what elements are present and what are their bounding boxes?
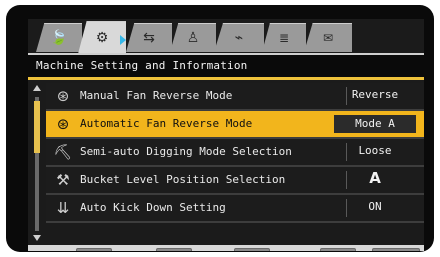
tab-operator[interactable]: ♙ (170, 23, 216, 52)
tab-messages[interactable]: ✉ (304, 23, 352, 52)
setting-row-semi-auto-digging[interactable]: ⛏ Semi-auto Digging Mode Selection Loose (46, 139, 424, 167)
list-scrollbar[interactable] (32, 83, 42, 243)
machine-info-icon: ⚙ (95, 30, 109, 46)
message-icon: ✉ (322, 31, 334, 45)
setting-value: Mode A (334, 115, 416, 133)
transfer-arrows-icon: ⇆ (143, 30, 155, 46)
setting-row-automatic-fan-reverse[interactable]: ⊛ Automatic Fan Reverse Mode Mode A (46, 111, 424, 139)
setting-row-auto-kick-down[interactable]: ⇊ Auto Kick Down Setting ON (46, 195, 424, 223)
screen-bezel: 🍃 ⚙ ⇆ ♙ ⌁ ≣ ✉ Machine Setting and Inform… (6, 5, 434, 252)
setting-value: A (369, 169, 381, 187)
page-title: Machine Setting and Information (36, 59, 248, 72)
auto-fan-icon: ⊛ (56, 115, 70, 133)
page-indicator (372, 248, 420, 251)
bottom-button-bar: ▲ ▼ ↶ ✓ (28, 245, 424, 251)
fan-icon: ⊛ (56, 87, 70, 105)
up-button[interactable]: ▲ (76, 248, 112, 251)
setting-value: Reverse (351, 88, 399, 101)
leaf-icon: 🍃 (50, 30, 68, 46)
setting-label: Automatic Fan Reverse Mode (80, 117, 253, 130)
tab-transfer[interactable]: ⇆ (126, 23, 172, 52)
attachment-icon: ⌁ (234, 30, 244, 46)
operator-icon: ♙ (186, 30, 200, 46)
tab-leaf[interactable]: 🍃 (36, 23, 82, 52)
tab-menu[interactable]: ≣ (262, 23, 306, 52)
scroll-up-icon[interactable] (32, 83, 42, 93)
header-divider (28, 77, 424, 80)
tab-machine-settings[interactable]: ⚙ (78, 21, 126, 54)
bucket-level-icon: ⚒ (56, 171, 70, 189)
tab-attachment[interactable]: ⌁ (214, 23, 264, 52)
down-button[interactable]: ▼ (156, 248, 192, 251)
setting-label: Semi-auto Digging Mode Selection (80, 145, 292, 158)
device-frame: 🍃 ⚙ ⇆ ♙ ⌁ ≣ ✉ Machine Setting and Inform… (0, 0, 440, 257)
setting-label: Auto Kick Down Setting (80, 201, 226, 214)
display-screen: 🍃 ⚙ ⇆ ♙ ⌁ ≣ ✉ Machine Setting and Inform… (28, 19, 424, 251)
digging-icon: ⛏ (53, 143, 73, 161)
back-button[interactable]: ↶ (234, 248, 270, 251)
setting-value: ON (368, 200, 382, 213)
kickdown-icon: ⇊ (56, 199, 70, 217)
scroll-thumb[interactable] (34, 101, 40, 153)
active-tab-indicator-icon (120, 35, 126, 45)
title-bar: Machine Setting and Information (28, 53, 424, 79)
setting-row-manual-fan-reverse[interactable]: ⊛ Manual Fan Reverse Mode Reverse (46, 83, 424, 111)
setting-label: Bucket Level Position Selection (80, 173, 286, 186)
setting-value: Loose (358, 144, 392, 157)
scroll-down-icon[interactable] (32, 233, 42, 243)
confirm-button[interactable]: ✓ (320, 248, 356, 251)
setting-label: Manual Fan Reverse Mode (80, 89, 233, 102)
setting-row-bucket-level[interactable]: ⚒ Bucket Level Position Selection A (46, 167, 424, 195)
menu-list-icon: ≣ (278, 31, 290, 45)
tab-bar: 🍃 ⚙ ⇆ ♙ ⌁ ≣ ✉ (28, 19, 424, 54)
